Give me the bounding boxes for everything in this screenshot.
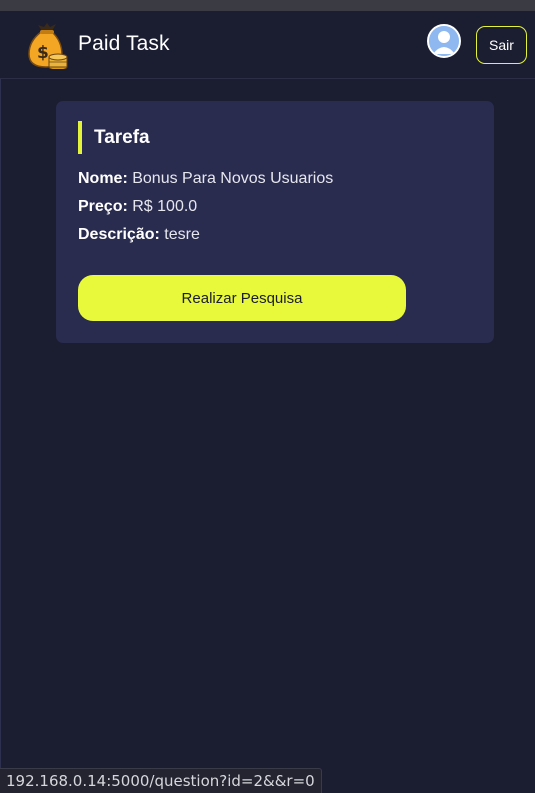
task-price-value: R$ 100.0 — [132, 198, 198, 215]
task-card: Tarefa Nome: Bonus Para Novos Usuarios P… — [56, 101, 494, 343]
task-description-label: Descrição: — [78, 226, 160, 243]
task-price: Preço: R$ 100.0 — [78, 198, 197, 216]
link-status-url: 192.168.0.14:5000/question?id=2&&r=0 — [0, 768, 322, 793]
svg-text:$: $ — [37, 43, 49, 63]
money-bag-icon[interactable]: $ — [24, 21, 70, 71]
task-description: Descrição: tesre — [78, 226, 200, 244]
navbar: $ Paid Task Sair — [0, 11, 535, 79]
logout-button[interactable]: Sair — [476, 26, 527, 64]
task-name-value: Bonus Para Novos Usuarios — [132, 170, 334, 187]
task-price-label: Preço: — [78, 198, 128, 215]
card-title: Tarefa — [78, 121, 150, 154]
task-name: Nome: Bonus Para Novos Usuarios — [78, 170, 333, 188]
task-description-value: tesre — [164, 226, 200, 243]
task-name-label: Nome: — [78, 170, 128, 187]
brand-title[interactable]: Paid Task — [78, 32, 170, 56]
user-avatar-icon[interactable] — [427, 24, 461, 58]
start-survey-button[interactable]: Realizar Pesquisa — [78, 275, 406, 321]
browser-top-strip — [0, 0, 535, 11]
page-edge — [0, 11, 1, 793]
